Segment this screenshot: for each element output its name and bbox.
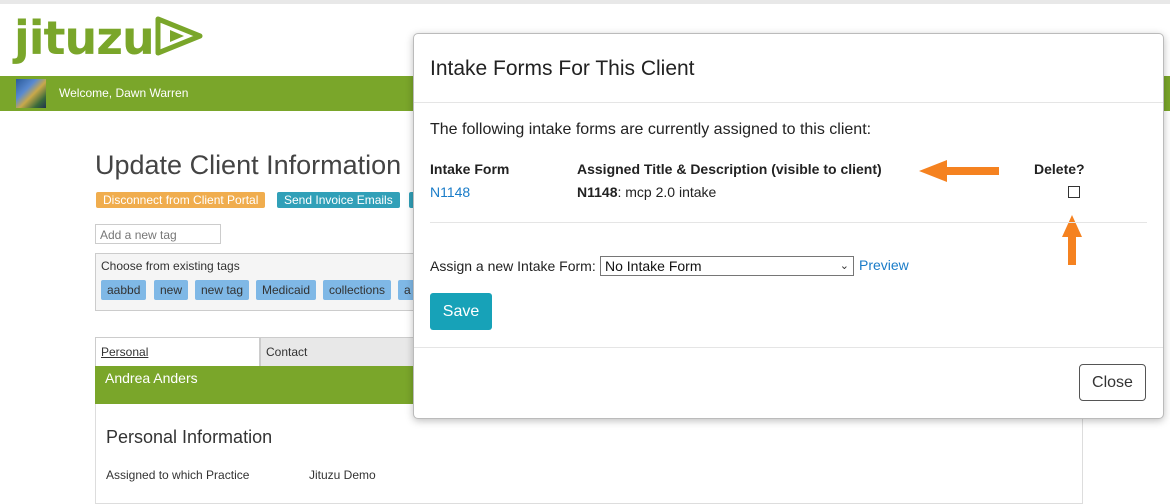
disconnect-portal-button[interactable]: Disconnect from Client Portal xyxy=(96,192,266,208)
logo-text: jituzu xyxy=(14,11,155,65)
intake-form-select-value: No Intake Form xyxy=(605,258,702,274)
modal-footer-divider xyxy=(414,347,1163,348)
welcome-text: Welcome, Dawn Warren xyxy=(59,86,189,100)
tag-chip[interactable]: Medicaid xyxy=(256,280,317,300)
logo-play-icon xyxy=(155,16,203,56)
user-avatar[interactable] xyxy=(16,79,46,108)
existing-tags-box: Choose from existing tags aabbd new new … xyxy=(95,253,417,311)
delete-checkbox[interactable] xyxy=(1068,186,1080,198)
new-tag-input[interactable]: Add a new tag xyxy=(95,224,221,244)
intake-form-title: N1148 xyxy=(577,184,618,200)
top-border xyxy=(0,0,1170,4)
chevron-down-icon: ⌄ xyxy=(839,260,849,272)
tab-contact[interactable]: Contact xyxy=(260,337,415,366)
intake-form-description: N1148: mcp 2.0 intake xyxy=(577,184,716,200)
section-title: Personal Information xyxy=(106,427,273,447)
intake-form-link[interactable]: N1148 xyxy=(430,184,470,200)
existing-tags-label: Choose from existing tags xyxy=(101,259,240,273)
save-button[interactable]: Save xyxy=(430,293,492,330)
personal-info-panel xyxy=(95,404,1083,504)
modal-divider xyxy=(430,222,1147,223)
intake-form-desc-text: : mcp 2.0 intake xyxy=(617,184,717,200)
column-header-form: Intake Form xyxy=(430,161,510,177)
close-button[interactable]: Close xyxy=(1079,364,1146,401)
tab-personal[interactable]: Personal xyxy=(95,337,260,366)
practice-value: Jituzu Demo xyxy=(309,468,376,482)
tag-chip[interactable]: new tag xyxy=(195,280,250,300)
modal-intro-text: The following intake forms are currently… xyxy=(430,121,872,138)
intake-form-select[interactable]: No Intake Form ⌄ xyxy=(600,256,854,276)
preview-link[interactable]: Preview xyxy=(859,257,909,273)
intake-forms-modal: Intake Forms For This Client The followi… xyxy=(413,33,1164,419)
send-invoice-emails-button[interactable]: Send Invoice Emails xyxy=(277,192,400,208)
assign-form-label: Assign a new Intake Form: xyxy=(430,258,596,274)
page-title: Update Client Information xyxy=(95,150,402,180)
client-name: Andrea Anders xyxy=(105,370,198,386)
tag-chip[interactable]: aabbd xyxy=(101,280,147,300)
annotation-arrow-left-icon xyxy=(919,160,999,182)
tag-chip[interactable]: new xyxy=(154,280,189,300)
modal-title: Intake Forms For This Client xyxy=(430,57,695,80)
modal-header: Intake Forms For This Client xyxy=(414,34,1163,103)
column-header-delete: Delete? xyxy=(1034,161,1085,177)
column-header-title-desc: Assigned Title & Description (visible to… xyxy=(577,161,882,177)
tag-chip[interactable]: collections xyxy=(323,280,392,300)
practice-label: Assigned to which Practice xyxy=(106,468,250,482)
